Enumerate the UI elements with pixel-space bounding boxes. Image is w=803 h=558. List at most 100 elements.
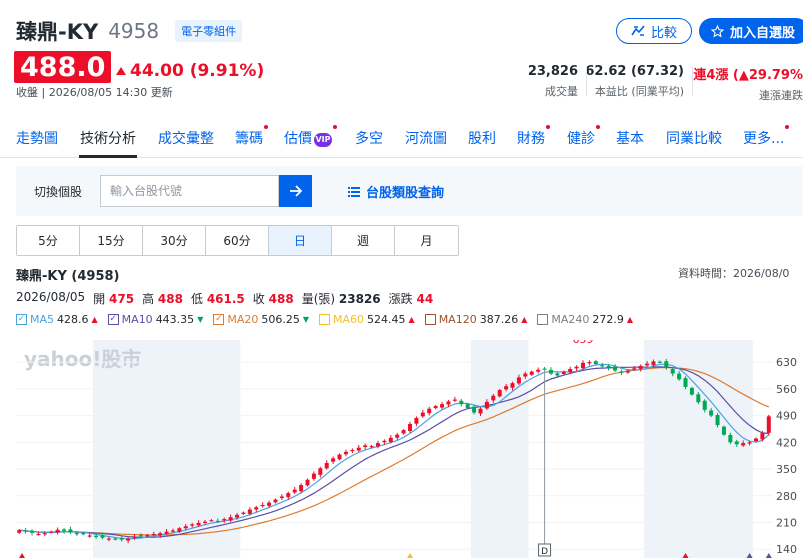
nav-tab-12[interactable]: 更多... — [743, 128, 784, 148]
period-tab-1[interactable]: 15分 — [80, 226, 143, 255]
period-tab-4[interactable]: 日 — [269, 226, 332, 255]
candle-body — [497, 390, 502, 397]
candle-body — [753, 438, 758, 442]
ma-toggle-ma120[interactable]: MA120 387.26 ▲ — [424, 313, 527, 326]
candle-body — [651, 361, 656, 366]
nav-tab-label: 健診 — [567, 131, 595, 147]
nav-tab-5[interactable]: 多空 — [355, 128, 383, 148]
period-tab-5[interactable]: 週 — [332, 226, 395, 255]
candle-body — [702, 400, 707, 410]
nav-tab-label: 股利 — [468, 131, 496, 147]
period-tab-0[interactable]: 5分 — [17, 226, 80, 255]
candle-body — [311, 473, 316, 479]
sector-tag[interactable]: 電子零組件 — [175, 20, 243, 42]
trend-up-icon: ▲ — [626, 315, 634, 324]
nav-tab-3[interactable]: 籌碼 — [235, 128, 263, 148]
notification-dot — [264, 125, 268, 129]
candle-body — [106, 538, 111, 540]
candle-body — [760, 433, 765, 440]
nav-tab-label: 走勢圖 — [16, 131, 58, 147]
candle-body — [196, 522, 201, 526]
high-value: 488 — [157, 292, 183, 306]
ma-checkbox[interactable] — [319, 314, 331, 325]
main-nav: 走勢圖 技術分析 成交彙整 籌碼 估價 VIP 多空 河流圖 股利 財務 健診 基本 同業比較 更多... — [0, 124, 803, 158]
nav-tab-9[interactable]: 健診 — [567, 128, 595, 148]
candle-body — [190, 524, 195, 526]
sector-query-link[interactable]: 台股類股查詢 — [348, 182, 444, 201]
ma-name: MA240 — [551, 313, 590, 326]
nav-tab-label: 河流圖 — [405, 131, 447, 147]
candle-body — [452, 399, 457, 401]
candle-body — [305, 479, 310, 486]
stock-name: 臻鼎-KY — [16, 20, 99, 44]
ma-toggle-ma5[interactable]: ✓ MA5 428.6 ▲ — [16, 313, 98, 326]
trend-down-icon: ▼ — [197, 315, 204, 324]
candlestick-chart[interactable]: yahoo!股市630560490420350280210140659157.5… — [16, 340, 803, 558]
candle-body — [203, 521, 207, 523]
period-tab-2[interactable]: 30分 — [143, 226, 206, 255]
nav-tab-11[interactable]: 同業比較 — [666, 128, 722, 148]
ma-checkbox[interactable] — [424, 314, 436, 325]
nav-tab-2[interactable]: 成交彙整 — [158, 128, 214, 148]
search-submit-button[interactable] — [279, 175, 312, 207]
change-value: 44 — [416, 292, 434, 306]
nav-tab-1[interactable]: 技術分析 — [80, 128, 136, 148]
ma-toggle-ma10[interactable]: ✓ MA10 443.35 ▼ — [107, 313, 204, 326]
candle-body — [536, 369, 541, 372]
ma-value: 428.6 — [57, 313, 89, 326]
candle-body — [286, 493, 291, 498]
ma-toggle-ma60[interactable]: MA60 524.45 ▲ — [319, 313, 415, 326]
stock-search-input[interactable] — [100, 175, 279, 207]
candle-body — [81, 532, 86, 535]
period-tab-3[interactable]: 60分 — [206, 226, 269, 255]
ma-checkbox[interactable]: ✓ — [107, 314, 119, 325]
candle-body — [728, 434, 733, 443]
candle-body — [350, 449, 355, 452]
nav-tab-7[interactable]: 股利 — [468, 128, 496, 148]
candle-body — [164, 531, 169, 534]
candle-body — [587, 362, 592, 364]
candle-body — [267, 502, 272, 506]
candle-body — [241, 512, 246, 514]
candle-body — [581, 362, 585, 369]
bottom-event-marker — [407, 553, 414, 558]
candle-body — [401, 430, 406, 434]
candle-body — [254, 507, 259, 510]
ma-toggle-ma20[interactable]: ✓ MA20 506.25 ▼ — [213, 313, 309, 326]
nav-tab-6[interactable]: 河流圖 — [405, 128, 447, 148]
ma-checkbox[interactable]: ✓ — [213, 314, 225, 325]
candle-body — [132, 536, 137, 539]
nav-tab-4[interactable]: 估價 VIP — [284, 128, 332, 148]
candle-body — [68, 529, 73, 533]
candle-body — [670, 369, 675, 374]
nav-tab-label: 多空 — [355, 131, 383, 147]
ma-checkbox[interactable] — [537, 314, 549, 325]
candle-body — [709, 410, 714, 416]
watch-label: 加入自選股 — [730, 25, 796, 41]
switch-stock-label: 切換個股 — [34, 185, 83, 199]
nav-tab-label: 財務 — [517, 131, 545, 147]
stat-0: 23,826 成交量 — [528, 64, 578, 99]
candle-body — [715, 414, 720, 426]
candle-body — [170, 530, 175, 532]
compare-button[interactable]: 比較 — [616, 18, 692, 44]
event-marker-label: D — [541, 547, 548, 557]
ma-toggle-ma240[interactable]: MA240 272.9 ▲ — [537, 313, 633, 326]
nav-tab-8[interactable]: 財務 — [517, 128, 545, 148]
candle-body — [331, 458, 336, 462]
ohlc-date: 2026/08/05 — [16, 290, 86, 304]
candle-body — [228, 517, 233, 521]
ma-checkbox[interactable]: ✓ — [16, 314, 27, 325]
nav-tab-label: 成交彙整 — [158, 131, 214, 147]
candle-body — [606, 365, 611, 368]
current-price: 488.0 — [14, 51, 112, 83]
candle-body — [555, 373, 560, 376]
nav-tab-10[interactable]: 基本 — [616, 128, 644, 148]
add-watchlist-button[interactable]: 加入自選股 — [699, 18, 803, 44]
candle-body — [465, 404, 470, 408]
candle-body — [657, 361, 662, 363]
nav-tab-0[interactable]: 走勢圖 — [16, 128, 58, 148]
active-tab-underline — [79, 155, 137, 158]
period-tab-6[interactable]: 月 — [395, 226, 458, 255]
price-annotation: 659 — [573, 340, 594, 346]
